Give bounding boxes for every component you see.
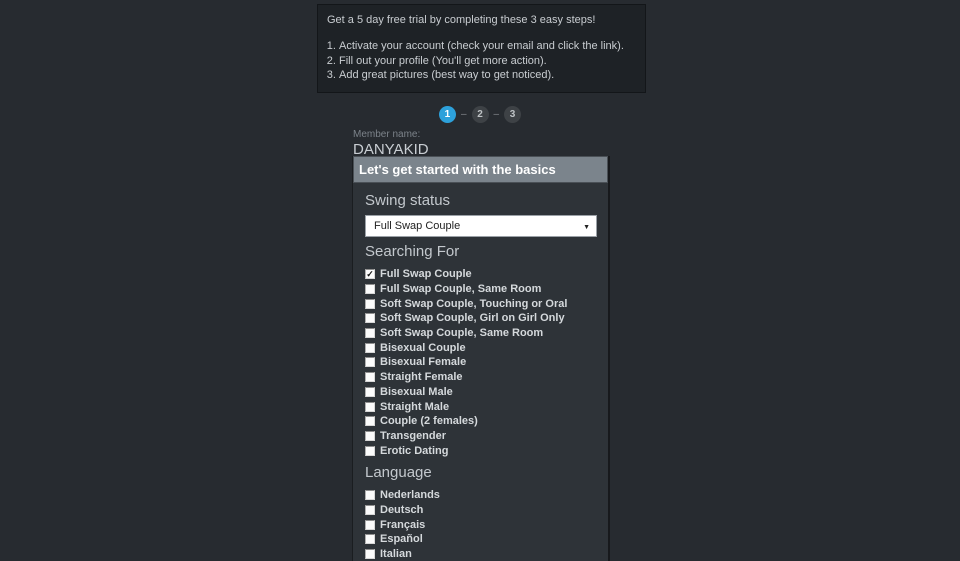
step-separator: – bbox=[494, 110, 500, 120]
checkbox-option[interactable]: Couple (2 females) bbox=[365, 414, 596, 429]
step-indicator: 1 – 2 – 3 bbox=[0, 106, 960, 123]
checkbox-label: Full Swap Couple bbox=[380, 268, 472, 280]
checkbox-option[interactable]: Italian bbox=[365, 547, 596, 561]
checkbox[interactable] bbox=[365, 416, 375, 426]
checkbox[interactable] bbox=[365, 387, 375, 397]
checkbox-label: Couple (2 females) bbox=[380, 415, 478, 427]
checkbox[interactable] bbox=[365, 284, 375, 294]
checkbox-label: Soft Swap Couple, Same Room bbox=[380, 327, 543, 339]
dropdown-arrow-icon: ▼ bbox=[583, 224, 590, 231]
trial-intro-text: Get a 5 day free trial by completing the… bbox=[327, 14, 645, 26]
swing-status-heading: Swing status bbox=[365, 194, 596, 208]
checkbox[interactable] bbox=[365, 490, 375, 500]
checkbox-option[interactable]: Soft Swap Couple, Girl on Girl Only bbox=[365, 311, 596, 326]
checkbox-label: Soft Swap Couple, Touching or Oral bbox=[380, 298, 567, 310]
checkbox-label: Straight Male bbox=[380, 401, 449, 413]
checkbox-label: Nederlands bbox=[380, 489, 440, 501]
searching-for-heading: Searching For bbox=[365, 245, 596, 259]
checkbox[interactable] bbox=[365, 446, 375, 456]
trial-step-item: Add great pictures (best way to get noti… bbox=[339, 68, 645, 83]
checkbox-option[interactable]: Español bbox=[365, 532, 596, 547]
checkbox[interactable] bbox=[365, 357, 375, 367]
member-name-block: Member name: DANYAKID bbox=[353, 129, 429, 158]
trial-step-item: Fill out your profile (You'll get more a… bbox=[339, 54, 645, 69]
checkbox[interactable] bbox=[365, 328, 375, 338]
checkbox-option[interactable]: Full Swap Couple, Same Room bbox=[365, 282, 596, 297]
panel-header-title: Let's get started with the basics bbox=[353, 156, 608, 183]
step-circle[interactable]: 1 bbox=[439, 106, 456, 123]
member-name-label: Member name: bbox=[353, 129, 429, 140]
language-heading: Language bbox=[365, 466, 596, 480]
checkbox[interactable] bbox=[365, 520, 375, 530]
trial-step-item: Activate your account (check your email … bbox=[339, 39, 645, 54]
checkbox[interactable]: ✓ bbox=[365, 269, 375, 279]
trial-info-box: Get a 5 day free trial by completing the… bbox=[317, 4, 646, 93]
language-list: Nederlands Deutsch Français Español bbox=[365, 488, 596, 561]
checkbox-label: Español bbox=[380, 533, 423, 545]
panel-body: Swing status Full Swap Couple ▼ Searchin… bbox=[353, 183, 608, 561]
swing-status-select[interactable]: Full Swap Couple ▼ bbox=[365, 215, 597, 237]
checkbox[interactable] bbox=[365, 299, 375, 309]
checkbox-option[interactable]: Transgender bbox=[365, 429, 596, 444]
basics-panel: Let's get started with the basics Swing … bbox=[352, 156, 610, 561]
checkbox-label: Transgender bbox=[380, 430, 446, 442]
checkbox[interactable] bbox=[365, 343, 375, 353]
checkbox-option[interactable]: Straight Female bbox=[365, 370, 596, 385]
step-circle[interactable]: 2 bbox=[472, 106, 489, 123]
checkbox-option[interactable]: Bisexual Male bbox=[365, 385, 596, 400]
checkbox-option[interactable]: Français bbox=[365, 517, 596, 532]
checkbox-option[interactable]: Erotic Dating bbox=[365, 443, 596, 458]
step-separator: – bbox=[461, 110, 467, 120]
checkbox-label: Deutsch bbox=[380, 504, 423, 516]
checkbox-label: Bisexual Male bbox=[380, 386, 453, 398]
checkbox-label: Full Swap Couple, Same Room bbox=[380, 283, 541, 295]
checkbox-option[interactable]: Nederlands bbox=[365, 488, 596, 503]
checkbox-label: Italian bbox=[380, 548, 412, 560]
checkbox[interactable] bbox=[365, 313, 375, 323]
checkbox-option[interactable]: Bisexual Female bbox=[365, 355, 596, 370]
checkbox-option[interactable]: ✓ Full Swap Couple bbox=[365, 267, 596, 282]
checkbox-option[interactable]: Straight Male bbox=[365, 399, 596, 414]
searching-for-list: ✓ Full Swap Couple Full Swap Couple, Sam… bbox=[365, 267, 596, 458]
checkbox-option[interactable]: Soft Swap Couple, Touching or Oral bbox=[365, 296, 596, 311]
checkbox-option[interactable]: Soft Swap Couple, Same Room bbox=[365, 326, 596, 341]
checkbox-label: Bisexual Couple bbox=[380, 342, 466, 354]
checkbox[interactable] bbox=[365, 402, 375, 412]
checkbox-label: Bisexual Female bbox=[380, 356, 466, 368]
step-circle[interactable]: 3 bbox=[504, 106, 521, 123]
checkbox-label: Erotic Dating bbox=[380, 445, 448, 457]
checkbox[interactable] bbox=[365, 549, 375, 559]
swing-status-selected-value: Full Swap Couple bbox=[374, 220, 460, 232]
checkbox-option[interactable]: Bisexual Couple bbox=[365, 340, 596, 355]
trial-steps-list: Activate your account (check your email … bbox=[318, 39, 645, 83]
checkbox-label: Straight Female bbox=[380, 371, 463, 383]
checkbox-label: Français bbox=[380, 519, 425, 531]
checkbox[interactable] bbox=[365, 505, 375, 515]
checkbox-option[interactable]: Deutsch bbox=[365, 503, 596, 518]
checkbox[interactable] bbox=[365, 534, 375, 544]
checkbox[interactable] bbox=[365, 431, 375, 441]
checkbox-label: Soft Swap Couple, Girl on Girl Only bbox=[380, 312, 565, 324]
checkbox[interactable] bbox=[365, 372, 375, 382]
